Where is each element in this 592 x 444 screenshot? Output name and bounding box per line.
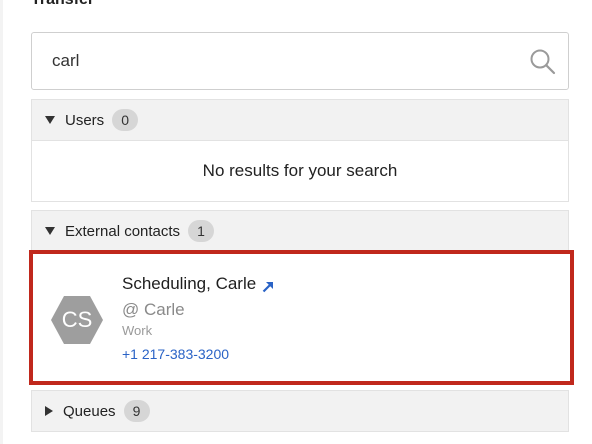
queues-count-badge: 9 xyxy=(123,400,150,422)
contact-phone-link[interactable]: +1 217-383-3200 xyxy=(122,346,229,362)
contact-type-label: Work xyxy=(122,323,153,338)
contact-name-row[interactable]: Scheduling, Carle xyxy=(122,274,274,294)
search-input[interactable] xyxy=(52,47,492,75)
contact-name[interactable]: Scheduling, Carle xyxy=(122,274,256,294)
transfer-panel: Transfer Users 0 No results for your sea… xyxy=(0,0,592,444)
caret-down-icon[interactable] xyxy=(45,116,55,124)
search-box[interactable] xyxy=(31,32,569,90)
left-edge-divider xyxy=(0,0,3,444)
section-label-external-contacts: External contacts xyxy=(65,222,181,240)
section-header-queues[interactable]: Queues 9 xyxy=(31,390,569,432)
section-label-queues: Queues xyxy=(63,402,116,420)
caret-right-icon[interactable] xyxy=(45,406,53,416)
avatar: CS xyxy=(51,294,103,346)
users-count-badge: 0 xyxy=(112,109,139,131)
panel-title: Transfer xyxy=(31,0,94,9)
section-header-external-contacts[interactable]: External contacts 1 xyxy=(31,210,569,252)
no-results-message: No results for your search xyxy=(31,141,569,202)
contact-card[interactable]: CS Scheduling, Carle @ Carle Work +1 217… xyxy=(29,250,574,385)
caret-down-icon[interactable] xyxy=(45,227,55,235)
search-icon[interactable] xyxy=(529,48,557,76)
avatar-initials: CS xyxy=(61,307,93,332)
contact-handle: @ Carle xyxy=(122,300,185,319)
section-label-users: Users xyxy=(65,111,105,129)
external-contacts-count-badge: 1 xyxy=(188,220,215,242)
external-link-icon[interactable] xyxy=(262,278,274,293)
section-header-users[interactable]: Users 0 xyxy=(31,99,569,141)
